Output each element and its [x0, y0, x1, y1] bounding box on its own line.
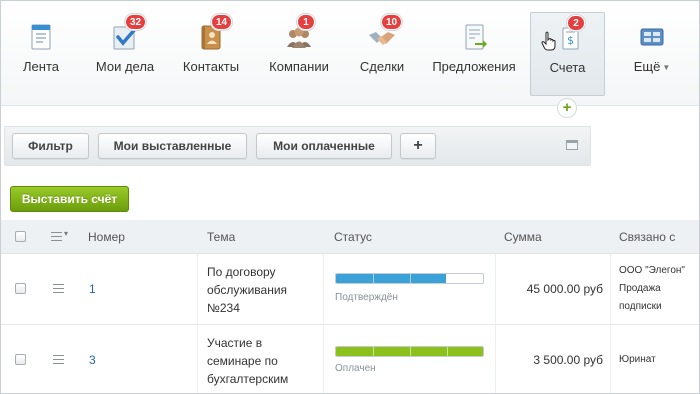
- more-label: Ещё: [633, 59, 661, 74]
- table-row[interactable]: 1 По договору обслуживания №234 Подтверж…: [1, 254, 699, 325]
- status-progress-bar: [335, 273, 484, 284]
- nav-item-contacts[interactable]: 14 Контакты: [173, 1, 249, 101]
- progress-segment: [373, 274, 374, 283]
- nav-item-deals[interactable]: 10 Сделки: [349, 1, 415, 101]
- status-progress-fill: [336, 274, 447, 283]
- nav-item-invoices[interactable]: $ 2 Счета: [530, 12, 605, 96]
- select-all-checkbox[interactable]: [15, 231, 26, 242]
- column-header-status[interactable]: Статус: [334, 220, 372, 254]
- nav-label: Счета: [549, 60, 586, 75]
- invoice-topic: Участие в семинаре по бухгалтерским оста…: [207, 336, 289, 393]
- table-row[interactable]: 3 Участие в семинаре по бухгалтерским ос…: [1, 325, 699, 393]
- progress-segment: [410, 274, 411, 283]
- invoice-sum: 45 000.00 руб: [526, 282, 603, 296]
- contacts-count-badge: 14: [211, 14, 233, 30]
- progress-segment: [410, 347, 411, 356]
- nav-item-my-tasks[interactable]: 32 Мои дела: [89, 1, 161, 101]
- filter-button[interactable]: Фильтр: [12, 133, 89, 159]
- add-invoice-plus-button[interactable]: +: [557, 98, 577, 118]
- hand-cursor-icon: [541, 31, 556, 51]
- nav-label: Сделки: [359, 59, 405, 74]
- progress-segment: [373, 347, 374, 356]
- column-divider: [610, 254, 611, 324]
- svg-text:$: $: [567, 34, 574, 47]
- nav-label: Предложения: [432, 59, 516, 74]
- column-divider: [495, 325, 496, 393]
- row-menu-icon[interactable]: [53, 355, 64, 364]
- invoice-number-link[interactable]: 3: [89, 353, 96, 367]
- status-progress-bar: [335, 346, 484, 357]
- column-divider: [197, 254, 198, 324]
- quotes-icon: [465, 24, 487, 50]
- collapse-panel-icon[interactable]: [566, 140, 578, 150]
- status-text: Оплачен: [335, 363, 376, 374]
- linked-company[interactable]: Юринат: [619, 351, 697, 369]
- row-checkbox[interactable]: [15, 283, 26, 294]
- filter-bar: Фильтр Мои выставленные Мои оплаченные +: [4, 126, 591, 166]
- column-header-sum[interactable]: Сумма: [504, 220, 542, 254]
- crm-invoices-window: Лента 32 Мои дела 14 Контакты 1 Компании…: [0, 0, 700, 394]
- top-navigation: Лента 32 Мои дела 14 Контакты 1 Компании…: [1, 1, 699, 106]
- column-divider: [323, 325, 324, 393]
- linked-deal[interactable]: Продажа подписки: [619, 280, 697, 316]
- more-icon: [640, 28, 664, 46]
- column-divider: [197, 325, 198, 393]
- column-settings-icon[interactable]: [51, 229, 68, 241]
- nav-item-quotes[interactable]: Предложения: [427, 1, 521, 101]
- nav-label: Лента: [23, 59, 59, 74]
- progress-segment: [447, 347, 448, 356]
- invoice-number-link[interactable]: 1: [89, 282, 96, 296]
- nav-item-more[interactable]: Ещё ▼: [619, 1, 685, 101]
- nav-divider: [1, 105, 699, 106]
- linked-entities: ООО "Элегон" Продажа подписки: [619, 262, 697, 316]
- nav-label: Компании: [269, 59, 329, 74]
- column-header-topic[interactable]: Тема: [207, 220, 235, 254]
- column-header-number[interactable]: Номер: [88, 220, 125, 254]
- linked-entities: Юринат: [619, 351, 697, 369]
- column-divider: [323, 254, 324, 324]
- my-paid-filter-button[interactable]: Мои оплаченные: [256, 133, 392, 159]
- invoices-count-badge: 2: [567, 15, 585, 31]
- row-menu-icon[interactable]: [53, 284, 64, 293]
- nav-item-companies[interactable]: 1 Компании: [259, 1, 339, 101]
- issue-invoice-button[interactable]: Выставить счёт: [10, 186, 129, 212]
- row-checkbox[interactable]: [15, 354, 26, 365]
- invoice-topic: По договору обслуживания №234: [207, 265, 288, 315]
- table-header: Номер Тема Статус Сумма Связано с: [1, 220, 699, 254]
- column-divider: [610, 325, 611, 393]
- status-text: Подтверждён: [335, 292, 398, 303]
- nav-label-more: Ещё ▼: [619, 59, 685, 74]
- my-issued-filter-button[interactable]: Мои выставленные: [98, 133, 247, 159]
- nav-label: Мои дела: [95, 59, 155, 74]
- linked-company[interactable]: ООО "Элегон": [619, 262, 697, 280]
- invoice-sum: 3 500.00 руб: [533, 353, 603, 367]
- progress-segment: [447, 274, 448, 283]
- tasks-count-badge: 32: [125, 14, 147, 30]
- feed-icon: [31, 24, 51, 50]
- nav-item-feed[interactable]: Лента: [5, 1, 77, 101]
- deals-count-badge: 10: [381, 14, 403, 30]
- chevron-down-icon: ▼: [662, 63, 671, 73]
- nav-label: Контакты: [182, 59, 240, 74]
- add-filter-button[interactable]: +: [400, 133, 436, 159]
- column-header-linked[interactable]: Связано с: [619, 220, 675, 254]
- column-divider: [495, 254, 496, 324]
- companies-count-badge: 1: [297, 14, 315, 30]
